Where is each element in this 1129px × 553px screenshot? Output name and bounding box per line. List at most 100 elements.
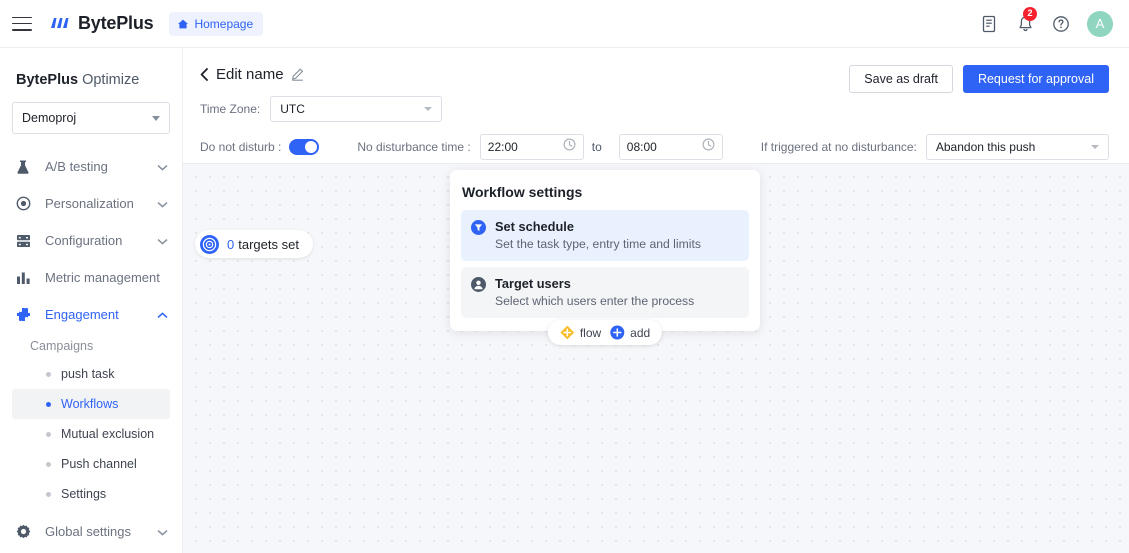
sidebar-nav: A/B testing Personalization Configuratio…	[0, 148, 182, 550]
workflow-settings-card: Workflow settings Set schedule Set the t…	[450, 170, 760, 345]
sidebar-subitem-label: Workflows	[61, 397, 119, 411]
puzzle-icon	[16, 307, 36, 322]
hamburger-icon[interactable]	[12, 16, 32, 31]
chevron-up-icon	[157, 307, 168, 322]
gear-icon	[16, 524, 36, 539]
sidebar-item-metric-management[interactable]: Metric management	[0, 259, 182, 296]
targets-set-chip[interactable]: 0 targets set	[195, 230, 313, 258]
workflow-row-description: Set the task type, entry time and limits	[495, 237, 701, 251]
chevron-down-icon	[152, 115, 160, 121]
chevron-down-icon	[157, 196, 168, 211]
sidebar-item-label: Configuration	[45, 233, 123, 248]
brand-name: BytePlus	[78, 13, 154, 33]
timezone-select[interactable]: UTC	[270, 96, 443, 122]
sidebar-item-settings[interactable]: Settings	[12, 479, 170, 509]
avatar[interactable]: A	[1087, 10, 1113, 37]
workflow-row-heading: Target users	[495, 276, 571, 291]
do-not-disturb-row: Do not disturb : No disturbance time : 2…	[183, 122, 1129, 160]
clock-icon	[563, 138, 576, 156]
sidebar-item-label: Metric management	[45, 270, 160, 285]
home-icon	[178, 19, 189, 28]
homepage-button[interactable]: Homepage	[169, 11, 264, 36]
sidebar-item-label: Engagement	[45, 307, 119, 322]
sidebar-item-push-task[interactable]: push task	[12, 359, 170, 389]
sidebar-item-ab-testing[interactable]: A/B testing	[0, 148, 182, 185]
sidebar-subitem-label: Settings	[61, 487, 107, 501]
sidebar-item-configuration[interactable]: Configuration	[0, 222, 182, 259]
workflow-canvas[interactable]: 0 targets set Workflow settings Set sche…	[183, 164, 1129, 553]
sidebar-title-bold: BytePlus	[16, 72, 79, 88]
bullet-dot-icon	[46, 371, 51, 377]
workflow-row-heading: Set schedule	[495, 219, 574, 234]
no-disturbance-start-input[interactable]: 22:00	[479, 134, 584, 160]
user-icon	[471, 277, 486, 308]
save-as-draft-button[interactable]: Save as draft	[849, 65, 953, 93]
toggle-knob	[305, 141, 318, 153]
sidebar-item-label: Global settings	[45, 524, 131, 539]
trigger-behavior-value: Abandon this push	[935, 140, 1036, 154]
workflow-row-description: Select which users enter the process	[495, 294, 695, 308]
do-not-disturb-label: Do not disturb :	[200, 140, 282, 154]
brand-logo: BytePlus	[50, 13, 154, 34]
notification-badge: 2	[1023, 6, 1037, 21]
chevron-left-icon[interactable]	[200, 68, 209, 81]
do-not-disturb-toggle[interactable]	[289, 139, 320, 155]
diamond-plus-icon	[560, 325, 575, 340]
no-disturbance-start-value: 22:00	[487, 140, 518, 154]
sidebar-item-push-channel[interactable]: Push channel	[12, 449, 170, 479]
sidebar-item-personalization[interactable]: Personalization	[0, 185, 182, 222]
workflow-row-set-schedule[interactable]: Set schedule Set the task type, entry ti…	[461, 210, 749, 261]
bullet-dot-icon	[46, 461, 51, 467]
sidebar-title-light: Optimize	[78, 72, 140, 88]
main-content: Edit name Time Zone: UTC Do not disturb …	[183, 48, 1129, 553]
node-action-bar: flow add	[547, 320, 663, 345]
top-bar-actions: 2 A	[979, 6, 1129, 37]
circle-plus-icon	[610, 325, 625, 340]
sidebar-item-workflows[interactable]: Workflows	[12, 389, 170, 419]
funnel-icon	[471, 220, 486, 251]
add-flow-button[interactable]: flow	[560, 325, 601, 340]
workflow-settings-title: Workflow settings	[462, 184, 583, 200]
chevron-down-icon	[424, 107, 433, 111]
sidebar-item-label: A/B testing	[45, 159, 108, 174]
add-node-button[interactable]: add	[610, 325, 650, 340]
sidebar-item-global-settings[interactable]: Global settings	[0, 513, 182, 550]
project-selector[interactable]: Demoproj	[12, 102, 170, 134]
target-rings-icon	[200, 234, 219, 254]
timezone-value: UTC	[280, 102, 305, 116]
bell-icon[interactable]: 2	[1015, 6, 1037, 34]
page-title: Edit name	[216, 66, 284, 83]
bullet-dot-icon	[46, 431, 51, 437]
target-dot-icon	[16, 196, 36, 211]
homepage-label: Homepage	[194, 16, 254, 31]
bullet-dot-icon	[46, 401, 51, 407]
help-circle-icon[interactable]	[1051, 14, 1071, 34]
no-disturbance-end-input[interactable]: 08:00	[618, 134, 723, 160]
bullet-dot-icon	[46, 491, 51, 497]
flask-icon	[16, 159, 36, 175]
request-for-approval-button[interactable]: Request for approval	[962, 65, 1109, 93]
server-icon	[16, 234, 36, 248]
trigger-behavior-select[interactable]: Abandon this push	[925, 134, 1109, 160]
sidebar-subitem-label: push task	[61, 367, 115, 381]
timezone-label: Time Zone:	[200, 102, 261, 116]
clock-icon	[702, 138, 715, 156]
sidebar-item-mutual-exclusion[interactable]: Mutual exclusion	[12, 419, 170, 449]
project-selector-value: Demoproj	[22, 111, 77, 125]
document-icon[interactable]	[979, 14, 999, 34]
targets-chip-label: targets set	[238, 236, 299, 252]
chevron-down-icon	[157, 524, 168, 539]
chevron-down-icon	[1090, 145, 1099, 149]
chevron-down-icon	[157, 159, 168, 174]
sidebar-item-label: Personalization	[45, 196, 134, 211]
workflow-row-target-users[interactable]: Target users Select which users enter th…	[461, 267, 749, 318]
targets-count: 0	[227, 236, 235, 252]
sidebar-group-campaigns: Campaigns	[30, 339, 94, 353]
pencil-icon[interactable]	[291, 68, 304, 81]
trigger-behavior-label: If triggered at no disturbance:	[760, 140, 917, 154]
no-disturbance-end-value: 08:00	[626, 140, 657, 154]
sidebar-subitem-label: Push channel	[61, 457, 137, 471]
header-actions: Save as draft Request for approval	[849, 65, 1109, 93]
chevron-down-icon	[157, 233, 168, 248]
sidebar-item-engagement[interactable]: Engagement	[0, 296, 182, 333]
